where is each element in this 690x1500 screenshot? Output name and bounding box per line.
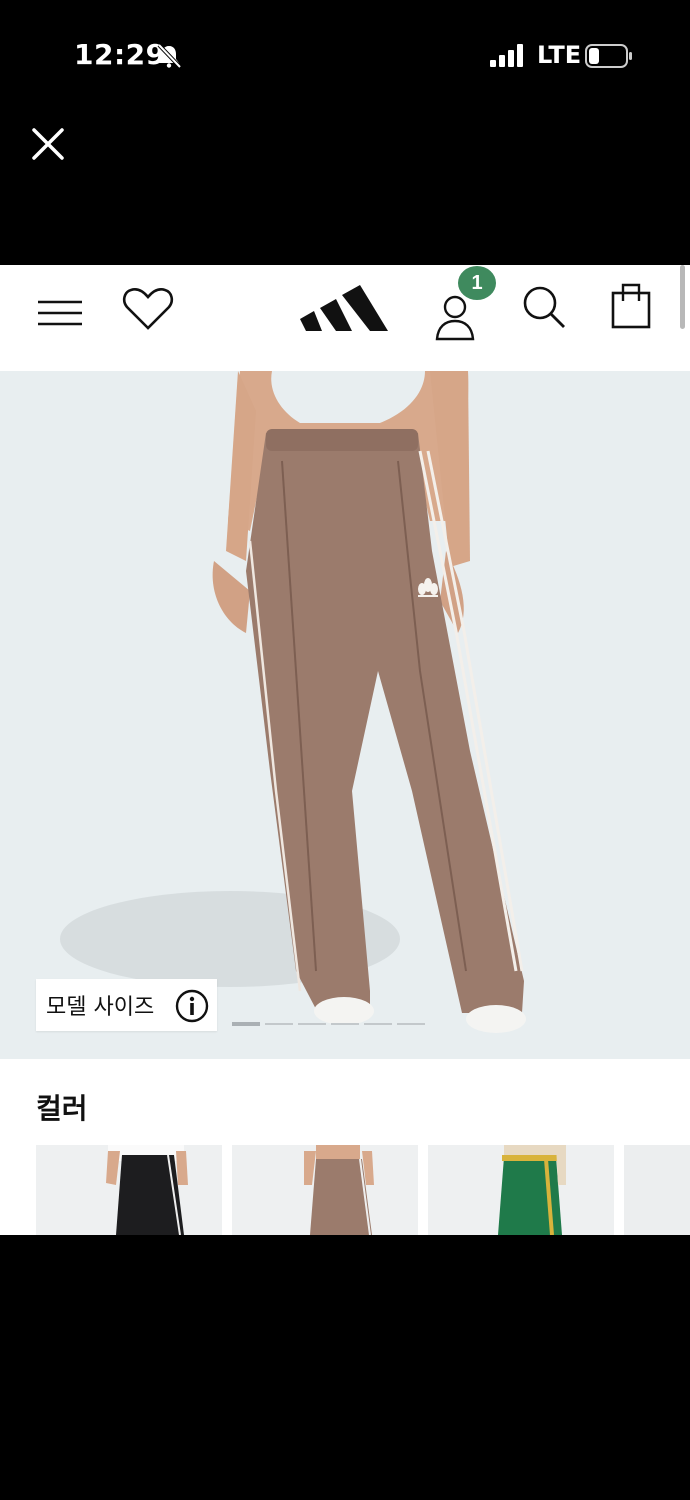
color-swatch-list [36,1145,690,1235]
carousel-dot[interactable] [397,1023,425,1025]
info-icon [175,989,209,1023]
carousel-dot[interactable] [364,1023,392,1025]
menu-icon[interactable] [36,289,84,337]
battery-icon [585,44,632,68]
status-bar: 12:29 LTE [0,0,690,110]
color-swatch-brown[interactable] [232,1145,418,1235]
shopping-bag-icon[interactable] [608,279,654,329]
model-size-label: 모델 사이즈 [46,995,155,1020]
color-section-heading: 컬러 [36,1092,88,1125]
network-type: LTE [537,41,582,69]
carousel-dot[interactable] [298,1023,326,1025]
web-view: 1 모델 사이즈 컬러 [0,265,690,1235]
heart-icon[interactable] [121,283,175,337]
color-swatch-black[interactable] [36,1145,222,1235]
carousel-dot[interactable] [265,1023,293,1025]
carousel-dot[interactable] [331,1023,359,1025]
color-swatch-green[interactable] [428,1145,614,1235]
site-header: 1 [0,265,690,371]
signal-bars-icon [490,44,523,67]
search-icon[interactable] [518,281,568,331]
product-image[interactable] [0,371,690,1059]
adidas-logo[interactable] [298,273,392,335]
bell-slash-icon [157,43,182,69]
scrollbar[interactable] [680,265,685,329]
product-photo [60,371,526,1033]
carousel-dot[interactable] [232,1022,260,1026]
status-time: 12:29 [74,38,166,71]
carousel-indicator [232,1022,425,1026]
color-swatch-more[interactable] [624,1145,690,1235]
close-icon[interactable] [28,124,68,164]
account-notification-badge: 1 [455,265,499,303]
model-size-button[interactable]: 모델 사이즈 [36,979,217,1031]
